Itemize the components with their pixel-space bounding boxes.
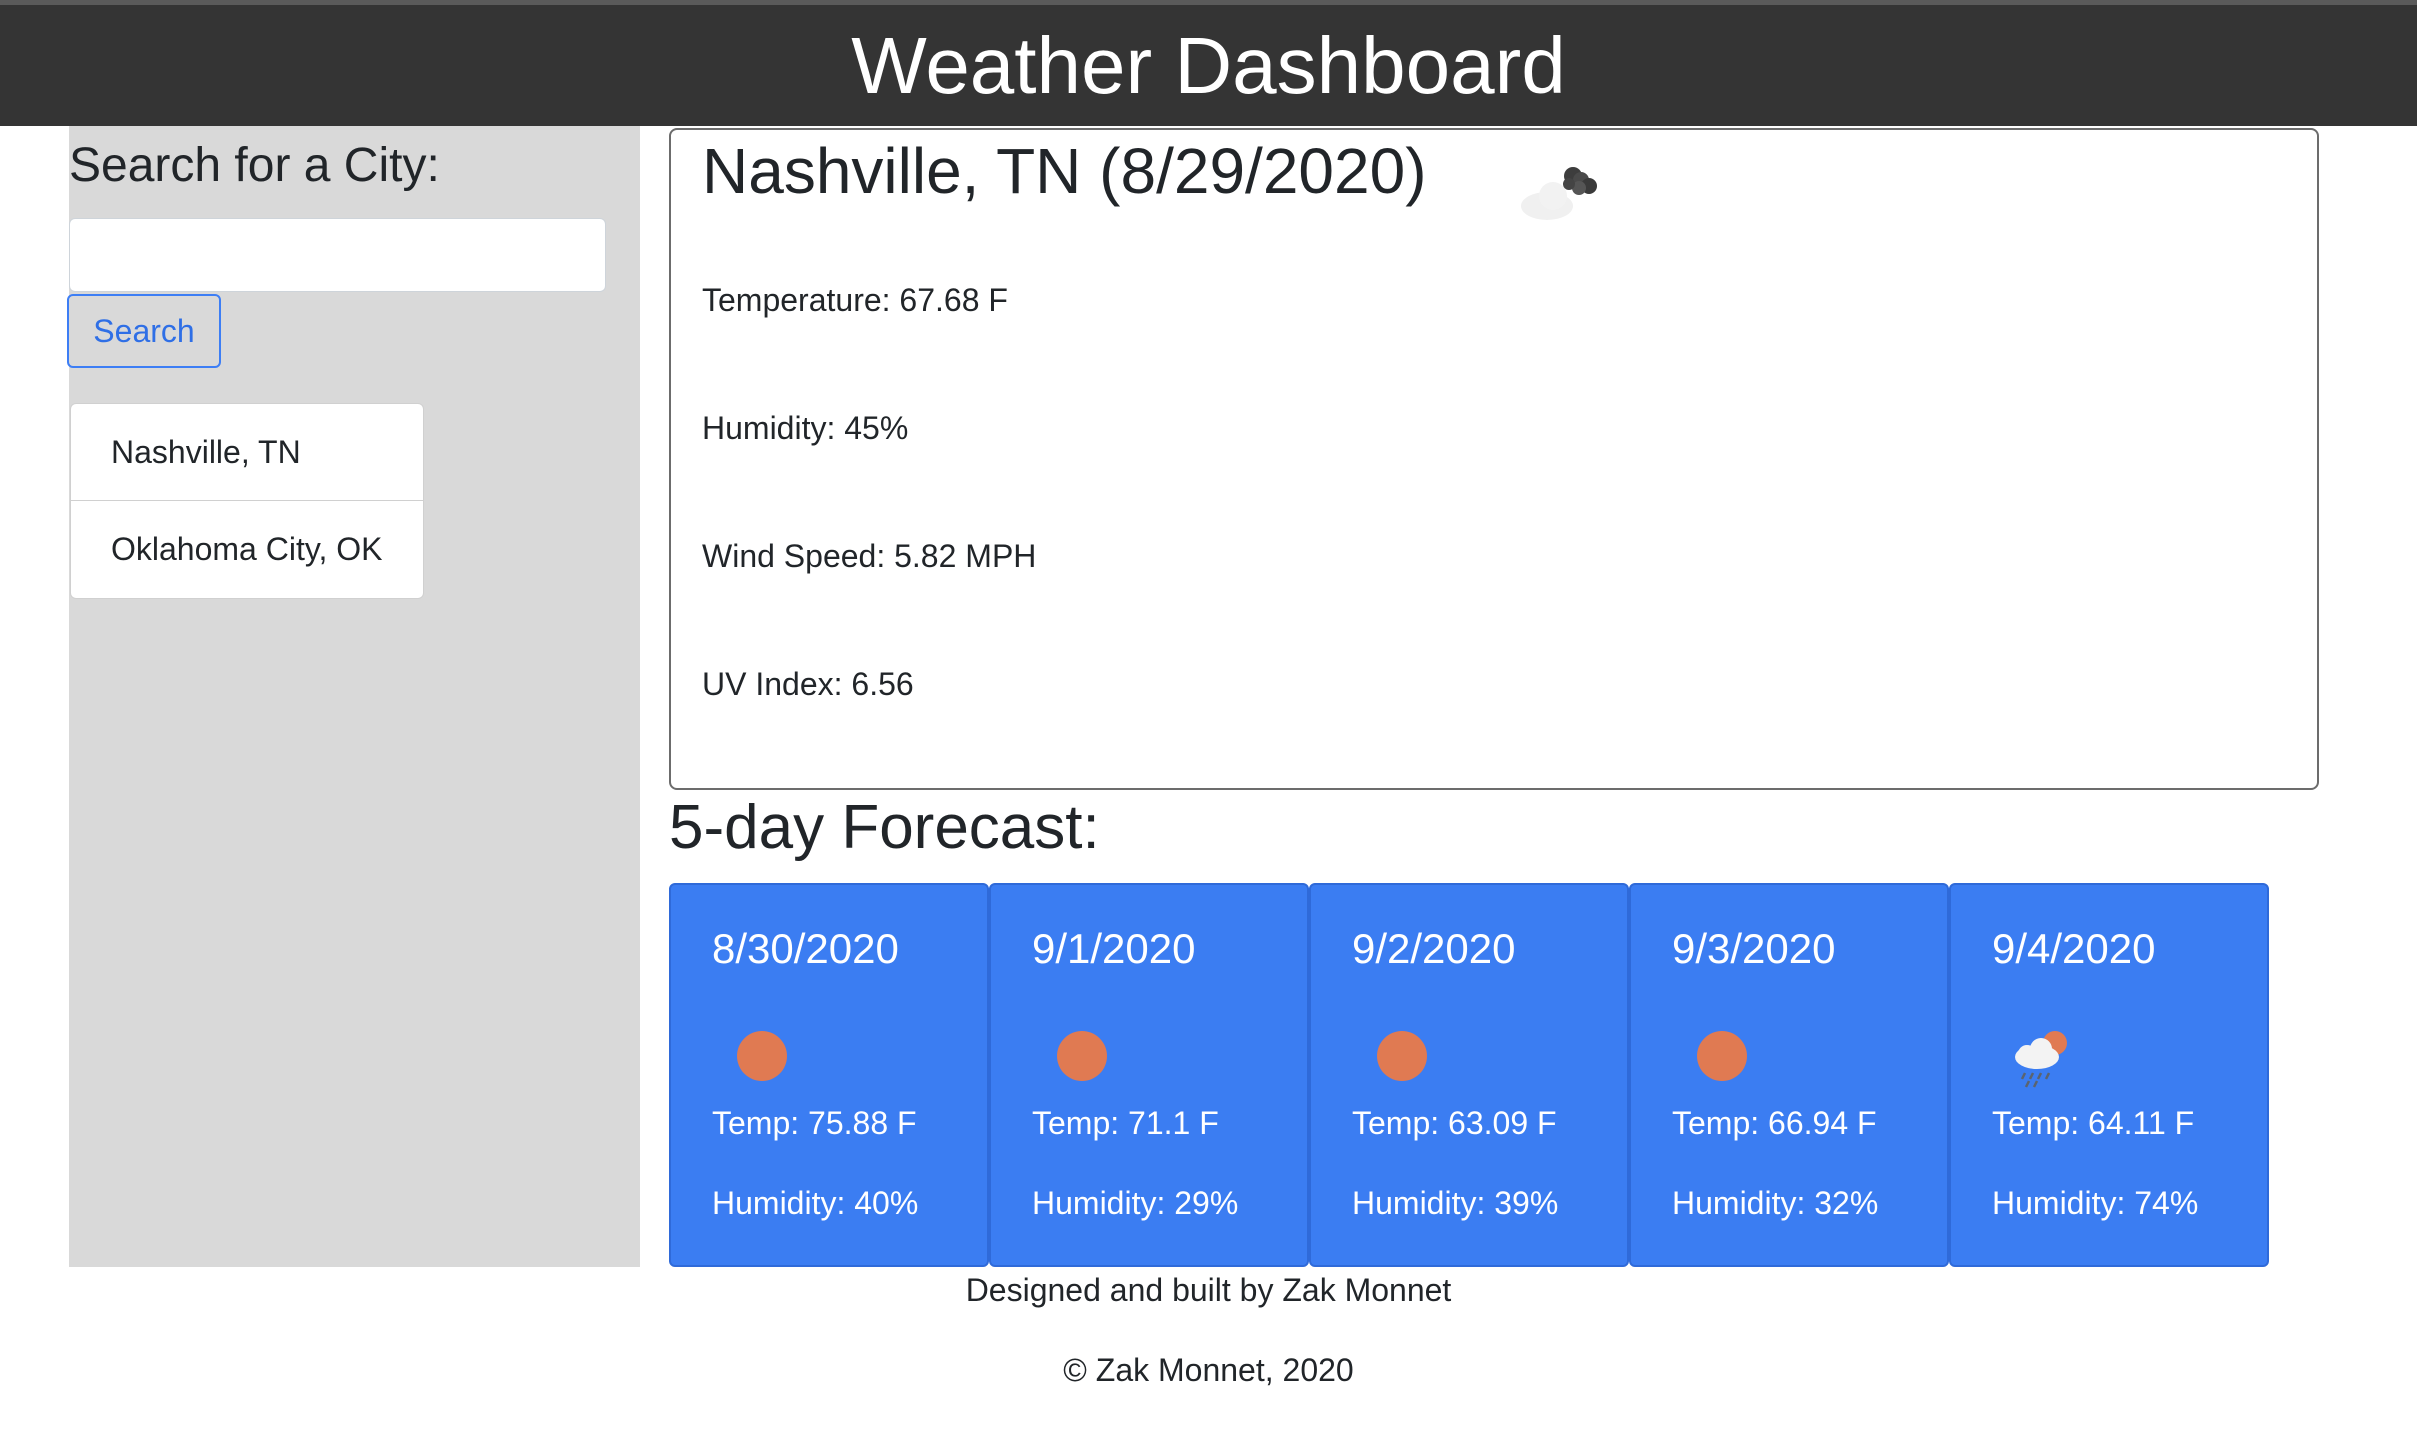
current-uv-index: UV Index: 6.56 <box>702 666 914 702</box>
page-header: Weather Dashboard <box>0 5 2417 126</box>
forecast-date: 9/3/2020 <box>1672 925 1836 972</box>
current-city-title: Nashville, TN (8/29/2020) <box>702 135 1427 207</box>
forecast-temp: Temp: 75.88 F <box>712 1105 917 1141</box>
forecast-card: 8/30/2020 Temp: 75.88 F Humidity: 40% <box>669 883 989 1267</box>
forecast-temp: Temp: 66.94 F <box>1672 1105 1877 1141</box>
forecast-title: 5-day Forecast: <box>669 793 1100 862</box>
current-weather-card: Nashville, TN (8/29/2020) Temperature: 6… <box>669 128 2319 790</box>
forecast-date: 8/30/2020 <box>712 925 899 972</box>
broken-clouds-icon <box>1521 167 1597 220</box>
forecast-date: 9/1/2020 <box>1032 925 1196 972</box>
current-humidity: Humidity: 45% <box>702 410 909 446</box>
rain-icon <box>2015 1031 2067 1088</box>
clear-sky-icon <box>737 1031 787 1081</box>
history-item-nashville[interactable]: Nashville, TN <box>71 404 423 501</box>
search-label: Search for a City: <box>69 139 440 192</box>
page-title: Weather Dashboard <box>851 20 1566 110</box>
forecast-temp: Temp: 64.11 F <box>1992 1105 2195 1141</box>
forecast-temp: Temp: 63.09 F <box>1352 1105 1557 1141</box>
clear-sky-icon <box>1697 1031 1747 1081</box>
footer-credit: Designed and built by Zak Monnet <box>965 1272 1452 1308</box>
forecast-humidity: Humidity: 39% <box>1352 1185 1559 1221</box>
clear-sky-icon <box>1377 1031 1427 1081</box>
history-item-oklahoma-city[interactable]: Oklahoma City, OK <box>71 501 423 598</box>
forecast-humidity: Humidity: 32% <box>1672 1185 1879 1221</box>
search-button[interactable]: Search <box>67 294 221 368</box>
current-wind-speed: Wind Speed: 5.82 MPH <box>702 538 1037 574</box>
forecast-humidity: Humidity: 29% <box>1032 1185 1239 1221</box>
forecast-card: 9/2/2020 Temp: 63.09 F Humidity: 39% <box>1309 883 1629 1267</box>
search-input[interactable] <box>69 218 606 292</box>
forecast-date: 9/4/2020 <box>1992 925 2156 972</box>
forecast-temp: Temp: 71.1 F <box>1032 1105 1219 1141</box>
sidebar: Search for a City: Search Nashville, TN … <box>67 126 640 1267</box>
clear-sky-icon <box>1057 1031 1107 1081</box>
forecast-humidity: Humidity: 40% <box>712 1185 919 1221</box>
current-temperature: Temperature: 67.68 F <box>702 282 1008 318</box>
forecast-date: 9/2/2020 <box>1352 925 1516 972</box>
forecast-card: 9/3/2020 Temp: 66.94 F Humidity: 32% <box>1629 883 1949 1267</box>
forecast-card: 9/1/2020 Temp: 71.1 F Humidity: 29% <box>989 883 1309 1267</box>
search-history-list: Nashville, TN Oklahoma City, OK <box>70 403 424 599</box>
forecast-card: 9/4/2020 Temp: 64.11 F Humidity: 74% <box>1949 883 2269 1267</box>
footer-copyright: © Zak Monnet, 2020 <box>1063 1352 1354 1388</box>
forecast-humidity: Humidity: 74% <box>1992 1185 2199 1221</box>
